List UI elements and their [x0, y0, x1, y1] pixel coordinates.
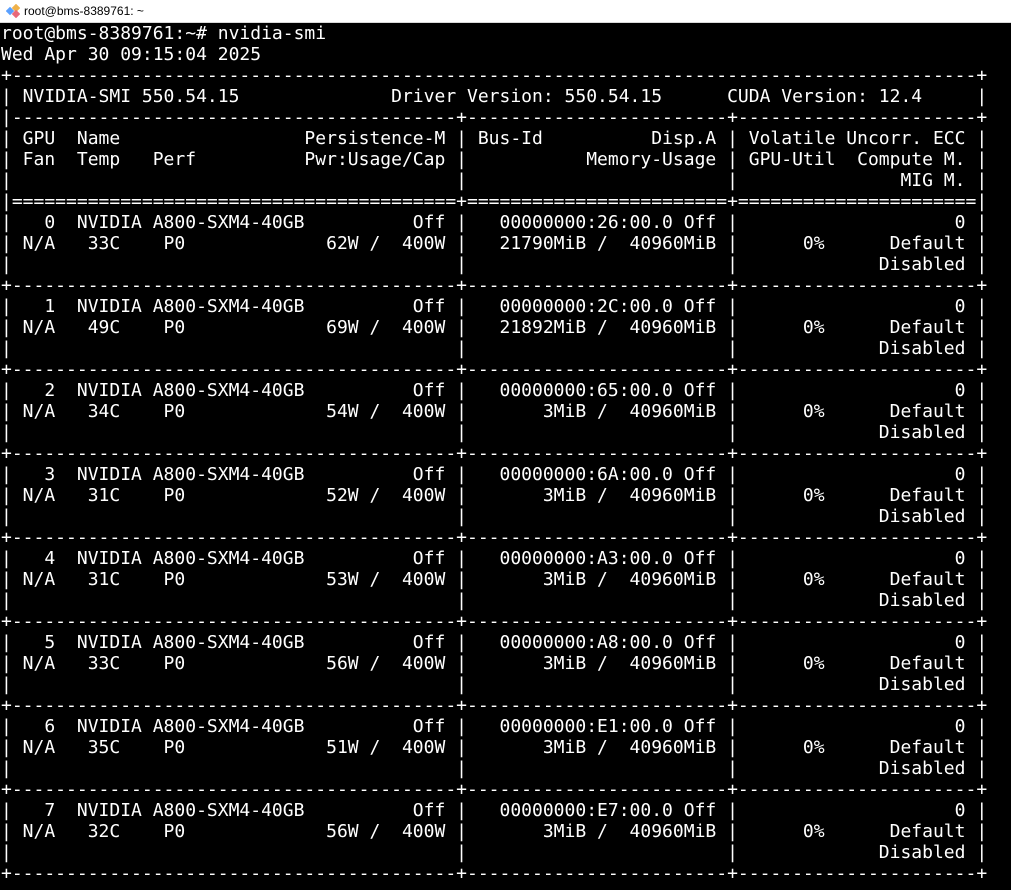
row-separator: +---------------------------------------… [1, 443, 988, 464]
gpu-row-line3: | | | Disabled | [1, 254, 988, 275]
gpu-row-line2: | N/A 31C P0 53W / 400W | 3MiB / 40960Mi… [1, 569, 988, 590]
column-header-3: | | | MIG M. | [1, 170, 988, 191]
column-header-1: | GPU Name Persistence-M | Bus-Id Disp.A… [1, 128, 988, 149]
window-title: root@bms-8389761: ~ [24, 4, 144, 18]
gpu-row-line1: | 1 NVIDIA A800-SXM4-40GB Off | 00000000… [1, 296, 988, 317]
gpu-row-line2: | N/A 32C P0 56W / 400W | 3MiB / 40960Mi… [1, 821, 988, 842]
table-border-top: +---------------------------------------… [1, 65, 988, 86]
gpu-row-line2: | N/A 34C P0 54W / 400W | 3MiB / 40960Mi… [1, 401, 988, 422]
gpu-row-line2: | N/A 31C P0 52W / 400W | 3MiB / 40960Mi… [1, 485, 988, 506]
prompt-line: root@bms-8389761:~# nvidia-smi [1, 23, 327, 44]
row-separator: +---------------------------------------… [1, 527, 988, 548]
smi-version-header: | NVIDIA-SMI 550.54.15 Driver Version: 5… [1, 86, 988, 107]
gpu-row-line2: | N/A 33C P0 56W / 400W | 3MiB / 40960Mi… [1, 653, 988, 674]
gpu-row-line3: | | | Disabled | [1, 674, 988, 695]
gpu-row-line1: | 6 NVIDIA A800-SXM4-40GB Off | 00000000… [1, 716, 988, 737]
gpu-row-line3: | | | Disabled | [1, 338, 988, 359]
putty-app-icon [6, 4, 20, 18]
gpu-row-line1: | 2 NVIDIA A800-SXM4-40GB Off | 00000000… [1, 380, 988, 401]
gpu-row-line2: | N/A 49C P0 69W / 400W | 21892MiB / 409… [1, 317, 988, 338]
terminal-output[interactable]: root@bms-8389761:~# nvidia-smi Wed Apr 3… [0, 23, 1011, 890]
row-separator: +---------------------------------------… [1, 779, 988, 800]
row-separator: +---------------------------------------… [1, 695, 988, 716]
double-separator: |=======================================… [1, 191, 988, 212]
gpu-row-line3: | | | Disabled | [1, 506, 988, 527]
table-border-bottom: +---------------------------------------… [1, 863, 988, 884]
gpu-row-line1: | 5 NVIDIA A800-SXM4-40GB Off | 00000000… [1, 632, 988, 653]
row-separator: +---------------------------------------… [1, 275, 988, 296]
header-separator: |---------------------------------------… [1, 107, 988, 128]
gpu-row-line1: | 4 NVIDIA A800-SXM4-40GB Off | 00000000… [1, 548, 988, 569]
window-titlebar[interactable]: root@bms-8389761: ~ [0, 0, 1011, 23]
gpu-row-line1: | 3 NVIDIA A800-SXM4-40GB Off | 00000000… [1, 464, 988, 485]
row-separator: +---------------------------------------… [1, 359, 988, 380]
column-header-2: | Fan Temp Perf Pwr:Usage/Cap | Memory-U… [1, 149, 988, 170]
gpu-row-line3: | | | Disabled | [1, 590, 988, 611]
gpu-row-line3: | | | Disabled | [1, 422, 988, 443]
gpu-row-line3: | | | Disabled | [1, 758, 988, 779]
gpu-row-line1: | 7 NVIDIA A800-SXM4-40GB Off | 00000000… [1, 800, 988, 821]
gpu-row-line3: | | | Disabled | [1, 842, 988, 863]
gpu-row-line2: | N/A 33C P0 62W / 400W | 21790MiB / 409… [1, 233, 988, 254]
date-line: Wed Apr 30 09:15:04 2025 [1, 44, 262, 65]
gpu-row-line2: | N/A 35C P0 51W / 400W | 3MiB / 40960Mi… [1, 737, 988, 758]
gpu-row-line1: | 0 NVIDIA A800-SXM4-40GB Off | 00000000… [1, 212, 988, 233]
row-separator: +---------------------------------------… [1, 611, 988, 632]
